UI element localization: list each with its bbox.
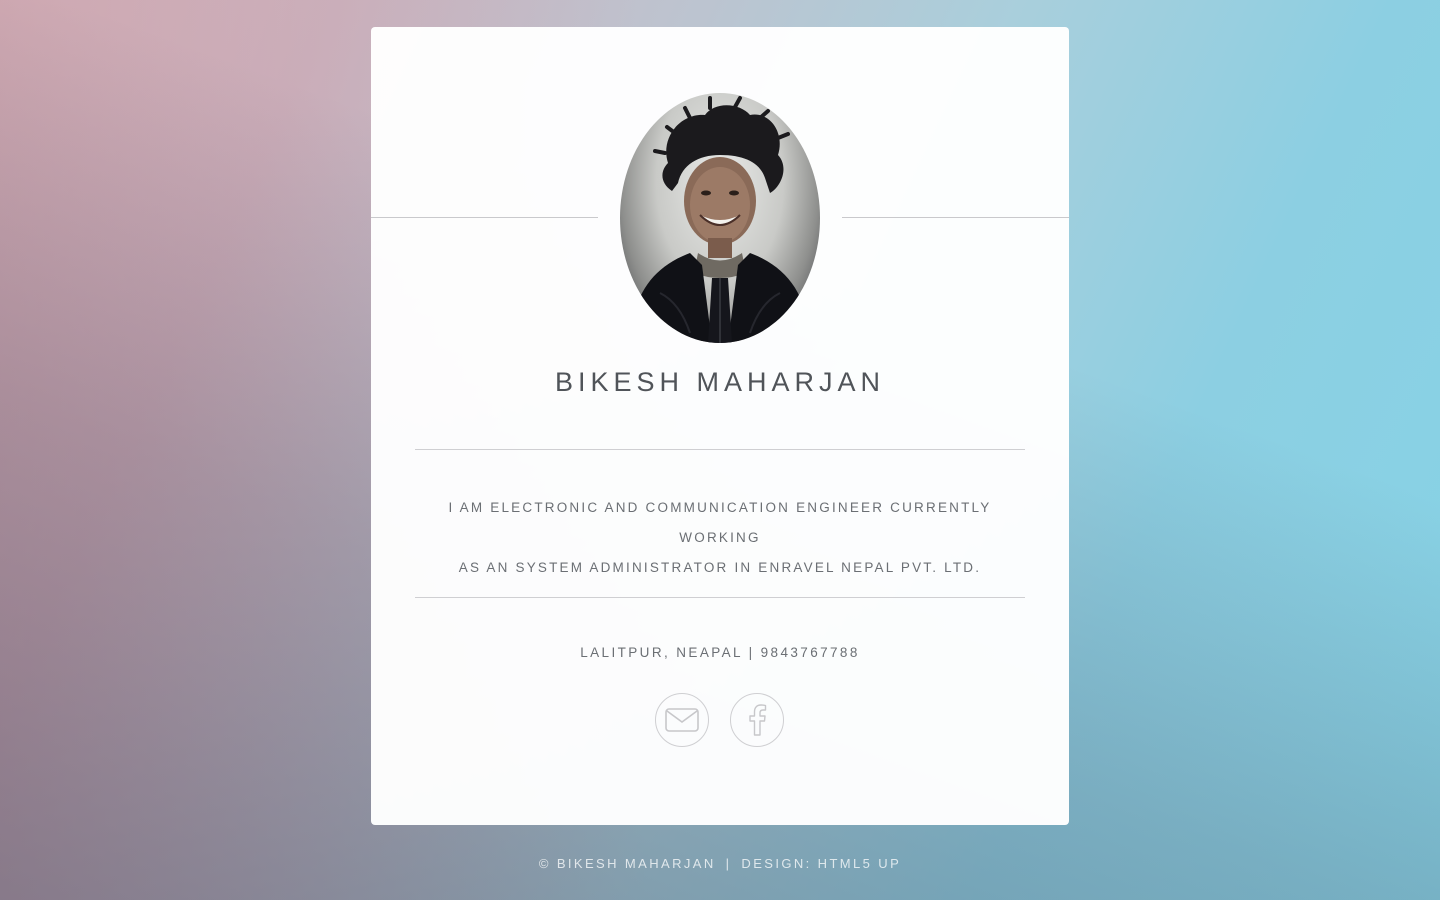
profile-name: BIKESH MAHARJAN [554, 367, 886, 397]
contact-info: LALITPUR, NEAPAL | 9843767788 [580, 645, 860, 660]
facebook-icon [749, 704, 767, 736]
profile-bio: I AM ELECTRONIC AND COMMUNICATION ENGINE… [411, 493, 1029, 583]
divider-bottom [415, 597, 1025, 598]
footer-separator: | [725, 856, 732, 871]
footer-design-credit[interactable]: DESIGN: HTML5 UP [741, 856, 901, 871]
page-footer: © BIKESH MAHARJAN | DESIGN: HTML5 UP [0, 856, 1440, 871]
facebook-link[interactable] [730, 693, 784, 747]
footer-copyright: © BIKESH MAHARJAN [538, 856, 716, 871]
envelope-icon [665, 708, 699, 732]
avatar-line-left [371, 217, 598, 218]
email-link[interactable] [655, 693, 709, 747]
bio-line-1: I AM ELECTRONIC AND COMMUNICATION ENGINE… [448, 500, 992, 545]
bio-line-2: AS AN SYSTEM ADMINISTRATOR IN ENRAVEL NE… [458, 560, 982, 575]
divider-top [415, 449, 1025, 450]
avatar-portrait [630, 96, 810, 343]
profile-card: BIKESH MAHARJAN I AM ELECTRONIC AND COMM… [371, 27, 1069, 825]
avatar-line-right [842, 217, 1069, 218]
avatar [620, 93, 820, 343]
